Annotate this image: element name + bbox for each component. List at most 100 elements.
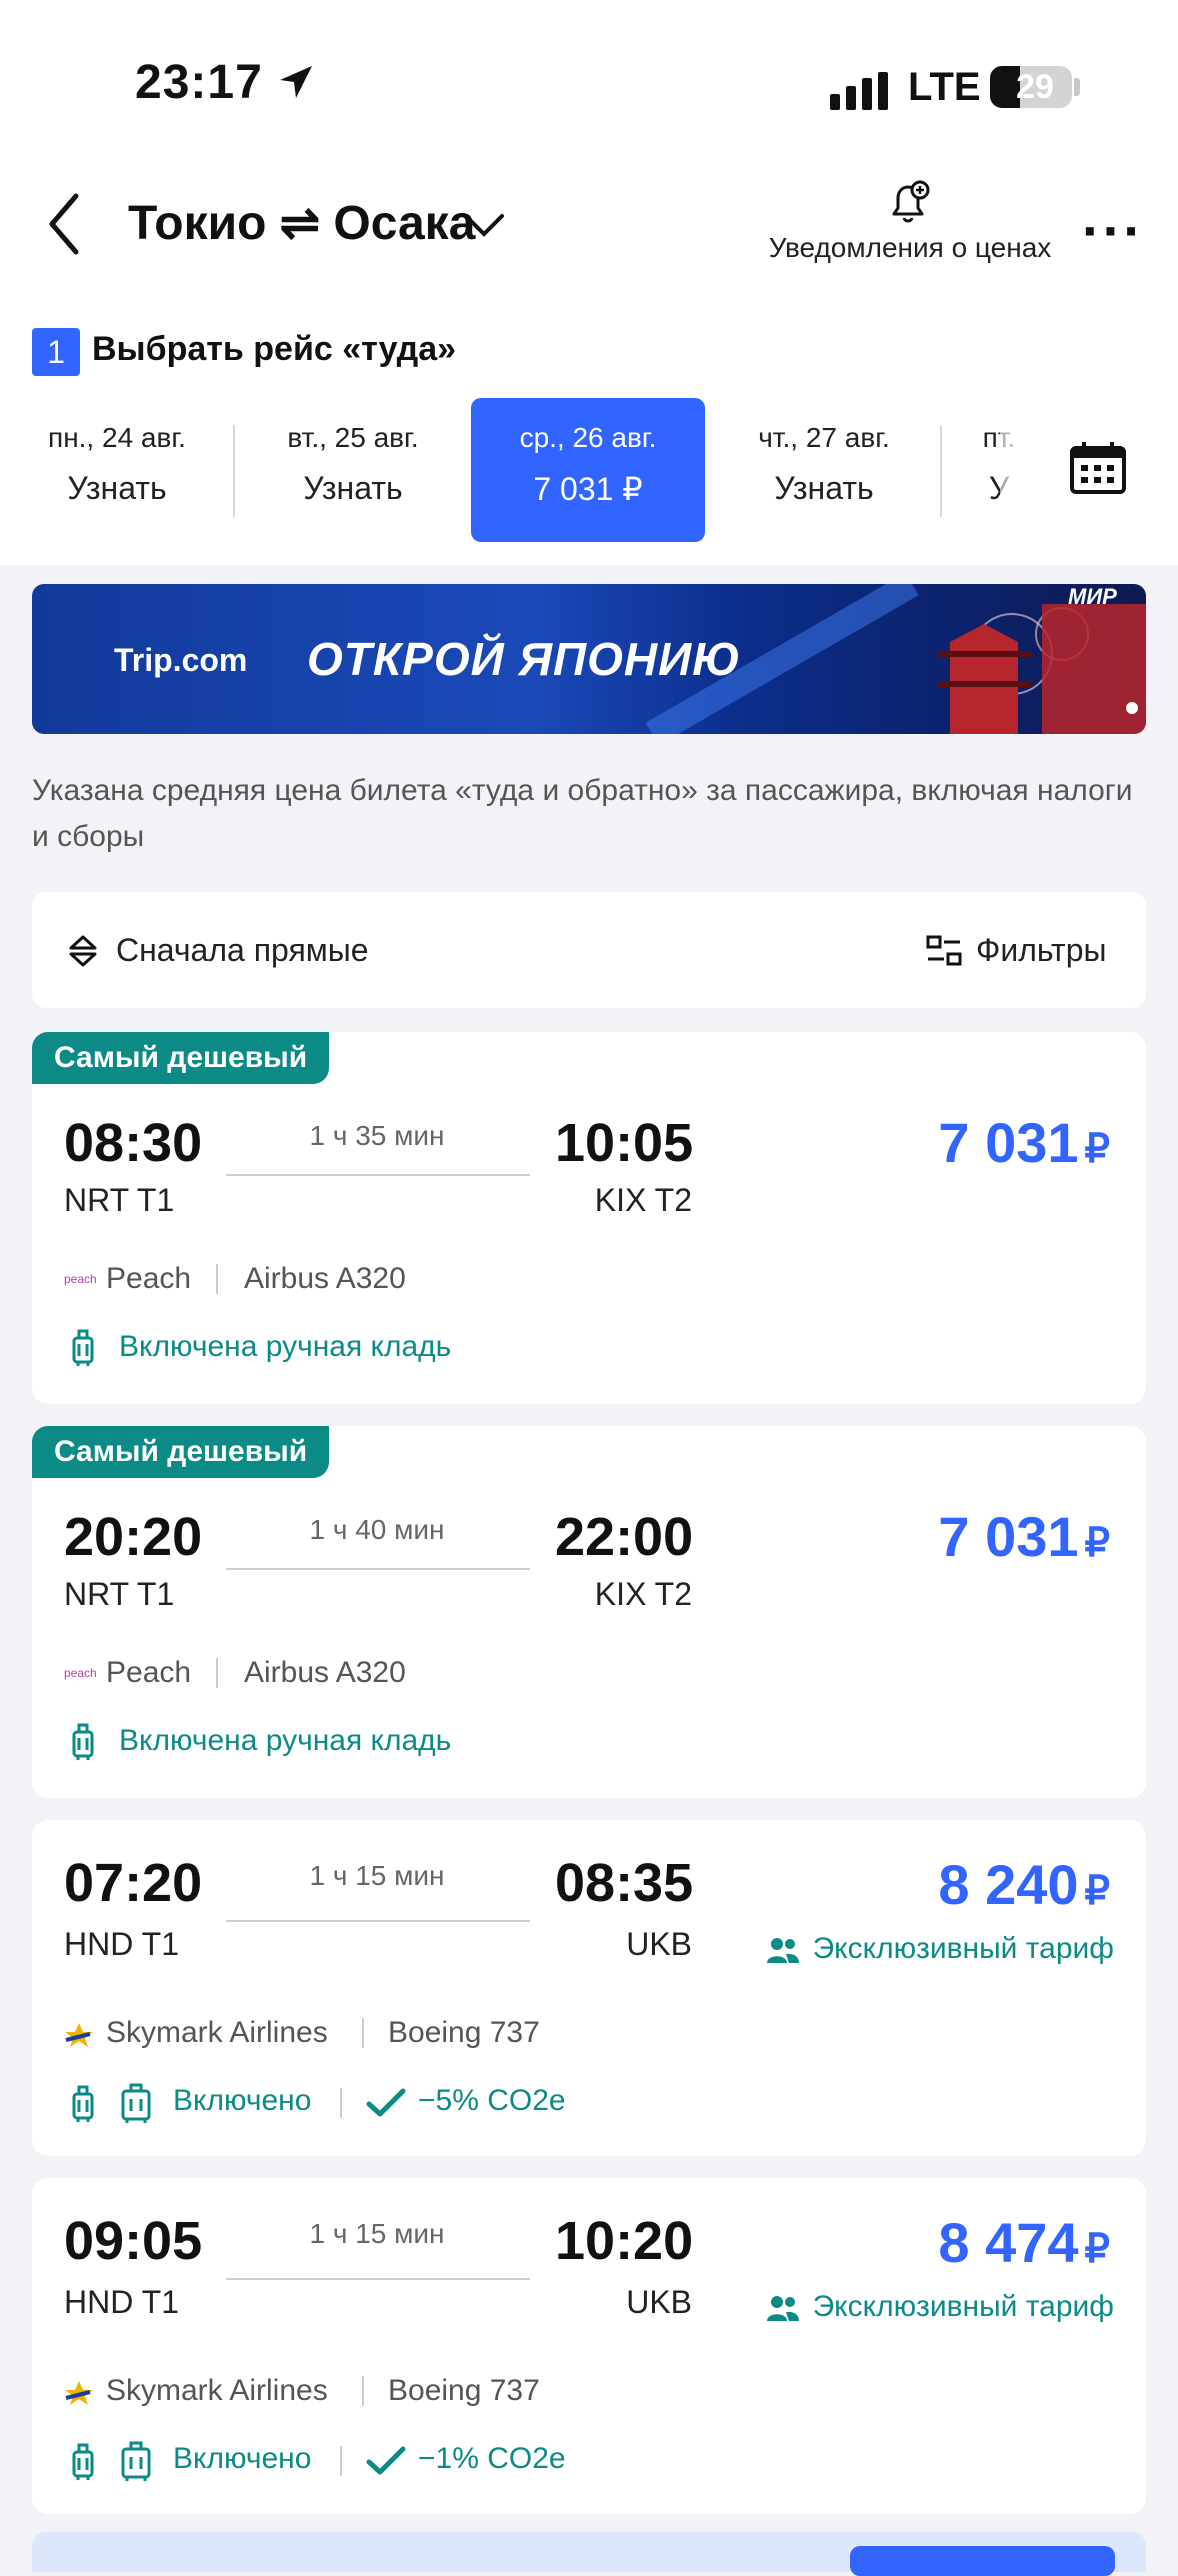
carry-on-icon [72, 2443, 94, 2480]
price-value: 7 031 [938, 1111, 1079, 1174]
aircraft-type: Boeing 737 [388, 2016, 540, 2049]
duration-line [226, 1568, 530, 1570]
date-label: пн., 24 авг. [48, 422, 186, 453]
flight-card[interactable]: Самый дешевый 08:30 1 ч 35 мин 10:05 NRT… [32, 1032, 1146, 1404]
arrival-airport: KIX T2 [594, 1182, 692, 1218]
arrival-airport: UKB [626, 1926, 692, 1962]
location-arrow-icon [280, 66, 312, 98]
cheapest-badge: Самый дешевый [32, 1032, 330, 1084]
date-tab-wed-26[interactable]: ср., 26 авг. 7 031 ₽ [471, 398, 705, 542]
cheapest-badge: Самый дешевый [32, 1426, 330, 1478]
price-currency: ₽ [1084, 1869, 1110, 1913]
flight-duration: 1 ч 15 мин [309, 2218, 445, 2249]
flight-card[interactable]: Самый дешевый 20:20 1 ч 40 мин 22:00 NRT… [32, 1426, 1146, 1798]
divider [216, 1264, 218, 1294]
date-label: чт., 27 авг. [758, 422, 890, 453]
filters-button[interactable]: Фильтры [976, 932, 1107, 969]
skymark-logo-icon [65, 2023, 93, 2047]
arrival-time: 10:05 [555, 1113, 694, 1173]
date-tab-thu-27[interactable]: чт., 27 авг. Узнать [707, 398, 941, 542]
flight-duration: 1 ч 35 мин [309, 1120, 445, 1151]
baggage-included: Включено [173, 2442, 312, 2475]
departure-time: 20:20 [64, 1507, 203, 1567]
carry-on-included: Включена ручная кладь [119, 1724, 452, 1757]
duration-line [226, 1174, 530, 1176]
promo-banner[interactable]: Trip.com ОТКРОЙ ЯПОНИЮ МИР [32, 584, 1146, 734]
banner-brand: Trip.com [114, 642, 248, 678]
date-divider [233, 425, 235, 517]
arrival-time: 08:35 [555, 1853, 694, 1913]
step-number: 1 [32, 328, 80, 376]
next-card-button[interactable] [850, 2546, 1115, 2576]
arrival-time: 22:00 [555, 1507, 694, 1567]
departure-airport: HND T1 [64, 2284, 179, 2320]
divider [362, 2376, 364, 2406]
price-value: 7 031 [938, 1505, 1079, 1568]
checkmark-icon [366, 2088, 406, 2117]
date-price: Узнать [303, 470, 403, 506]
airline-name: Skymark Airlines [106, 2374, 328, 2407]
price-value: 8 474 [938, 2211, 1079, 2274]
battery-tip [1074, 78, 1080, 96]
sort-icon[interactable] [66, 934, 100, 968]
filter-icon[interactable] [926, 934, 962, 968]
date-price: 7 031 ₽ [533, 471, 643, 507]
date-label: вт., 25 авг. [287, 422, 419, 453]
exclusive-fare-label: Эксклюзивный тариф [812, 2290, 1114, 2323]
calendar-icon[interactable] [1068, 440, 1128, 496]
flight-price: 7 031 ₽ [938, 1110, 1110, 1175]
status-time: 23:17 [135, 56, 263, 109]
back-icon[interactable] [44, 192, 84, 256]
date-tab-tue-25[interactable]: вт., 25 авг. Узнать [236, 398, 470, 542]
peach-logo-icon: peach [64, 1666, 97, 1680]
price-note: Указана средняя цена билета «туда и обра… [32, 774, 1133, 853]
price-alert-button[interactable]: Уведомления о ценах [760, 232, 1060, 264]
co2-label: −1% CO2e [418, 2442, 566, 2475]
co2-label: −5% CO2e [418, 2084, 566, 2117]
checked-bag-icon [121, 2083, 151, 2123]
divider [216, 1658, 218, 1688]
more-menu-icon[interactable]: ··· [1082, 198, 1144, 263]
route-title[interactable]: Токио ⇌ Осака [128, 195, 475, 251]
arrival-airport: UKB [626, 2284, 692, 2320]
peach-logo-icon: peach [64, 1272, 97, 1286]
date-label: ср., 26 авг. [519, 422, 657, 453]
divider [340, 2088, 342, 2118]
exclusive-fare-label: Эксклюзивный тариф [812, 1932, 1114, 1965]
flight-price: 7 031 ₽ [938, 1504, 1110, 1569]
skymark-logo-icon [65, 2381, 93, 2405]
duration-line [226, 2278, 530, 2280]
divider [340, 2446, 342, 2476]
chevron-down-icon[interactable] [462, 210, 506, 240]
airline-name: Skymark Airlines [106, 2016, 328, 2049]
sort-button[interactable]: Сначала прямые [116, 932, 369, 969]
signal-icon [830, 72, 888, 110]
baggage-included: Включено [173, 2084, 312, 2117]
battery-level: 29 [1016, 68, 1054, 106]
date-tab-mon-24[interactable]: пн., 24 авг. Узнать [0, 398, 234, 542]
departure-time: 07:20 [64, 1853, 203, 1913]
airline-name: Peach [106, 1656, 192, 1689]
group-users-icon [767, 1938, 799, 1963]
duration-line [226, 1920, 530, 1922]
flight-duration: 1 ч 40 мин [309, 1514, 445, 1545]
departure-time: 08:30 [64, 1113, 203, 1173]
checkmark-icon [366, 2446, 406, 2475]
step-title: Выбрать рейс «туда» [92, 330, 457, 368]
carry-on-icon [72, 1723, 94, 1760]
date-price: Узнать [67, 470, 167, 506]
aircraft-type: Boeing 737 [388, 2374, 540, 2407]
date-price: Узнать [774, 470, 874, 506]
flight-price: 8 474 ₽ [938, 2210, 1110, 2275]
aircraft-type: Airbus A320 [244, 1262, 406, 1295]
date-divider [940, 425, 942, 517]
checked-bag-icon [121, 2441, 151, 2481]
carry-on-icon [72, 1329, 94, 1366]
group-users-icon [767, 2296, 799, 2321]
flight-card[interactable]: 09:05 1 ч 15 мин 10:20 HND T1 UKB 8 474 ₽… [32, 2178, 1146, 2514]
flight-card[interactable]: 07:20 1 ч 15 мин 08:35 HND T1 UKB 8 240 ₽… [32, 1820, 1146, 2156]
departure-time: 09:05 [64, 2211, 203, 2271]
carry-on-icon [72, 2085, 94, 2122]
bell-plus-icon[interactable] [884, 178, 932, 226]
sort-filter-bar: Сначала прямые Фильтры [32, 892, 1146, 1008]
